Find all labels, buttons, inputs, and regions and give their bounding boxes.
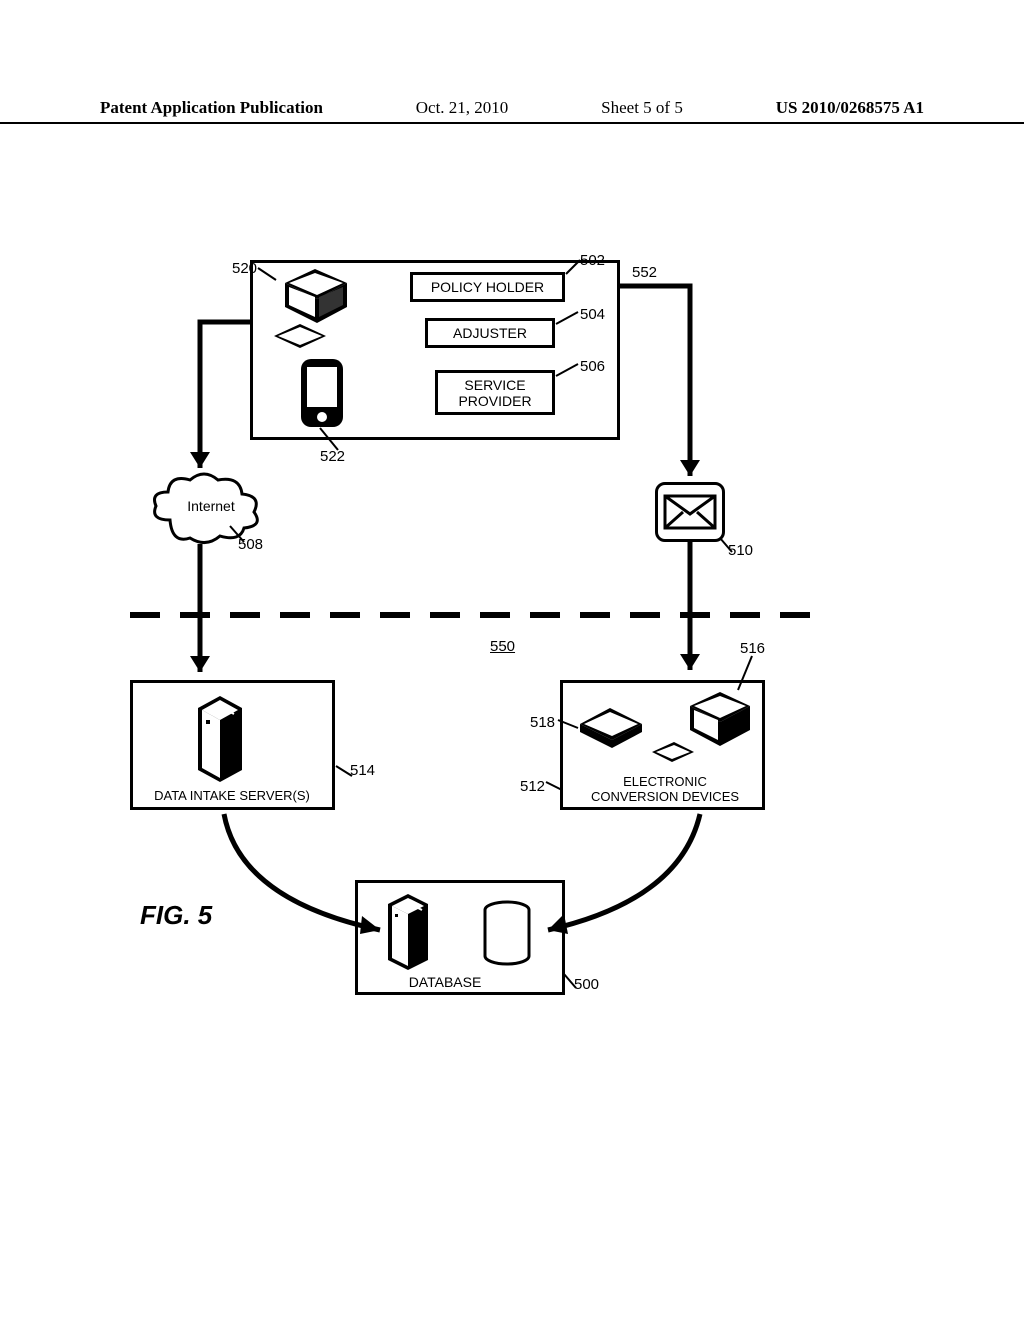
policy-holder-label: POLICY HOLDER [431,279,544,295]
leader-510 [720,538,736,554]
figure-diagram: POLICY HOLDER ADJUSTER SERVICE PROVIDER … [180,260,840,1020]
service-provider-box: SERVICE PROVIDER [435,370,555,415]
adjuster-label: ADJUSTER [453,325,527,341]
document-number: US 2010/0268575 A1 [776,98,924,118]
ref-520: 520 [232,260,257,277]
leader-512 [546,782,564,794]
monitor-icon [275,265,355,325]
page: Patent Application Publication Oct. 21, … [0,0,1024,1320]
scanner-icon [576,704,646,748]
arrow-mail-to-conversion [684,542,704,682]
arrow-conversion-to-db [540,810,710,940]
leader-516 [738,656,758,692]
leader-514 [336,766,354,780]
arrow-users-to-mail [620,282,700,482]
arrow-internet-to-server [196,544,216,684]
adjuster-box: ADJUSTER [425,318,555,348]
envelope-icon [663,494,717,530]
keyboard2-icon [648,740,698,764]
keyboard-icon [270,322,330,350]
leader-518 [558,720,580,732]
leader-522 [320,428,342,452]
leader-508 [230,526,248,544]
arrow-users-to-internet [196,318,256,478]
mobile-icon [295,355,350,433]
ref-552: 552 [632,264,657,281]
ref-518: 518 [530,714,555,731]
publication-label: Patent Application Publication [100,98,323,118]
ref-504: 504 [580,306,605,323]
leader-504 [556,312,580,326]
ref-506: 506 [580,358,605,375]
data-intake-server-label: DATA INTAKE SERVER(S) [132,788,332,803]
leader-500 [564,974,580,990]
sheet-number: Sheet 5 of 5 [601,98,683,118]
ref-550: 550 [490,638,515,655]
publication-date: Oct. 21, 2010 [416,98,509,118]
server-icon [190,690,250,780]
leader-506 [556,364,580,378]
ref-516: 516 [740,640,765,657]
cylinder-icon [480,900,534,970]
ref-512: 512 [520,778,545,795]
policy-holder-box: POLICY HOLDER [410,272,565,302]
internet-label: Internet [176,498,246,514]
arrow-server-to-db [220,810,400,940]
monitor2-icon [680,688,756,748]
page-header: Patent Application Publication Oct. 21, … [0,98,1024,124]
leader-520 [258,268,278,282]
conversion-devices-label: ELECTRONIC CONVERSION DEVICES [570,774,760,804]
figure-label: FIG. 5 [140,900,212,931]
service-provider-label: SERVICE PROVIDER [458,377,531,409]
dashed-boundary [130,610,830,620]
leader-502 [566,260,584,276]
database-label: DATABASE [390,974,500,990]
